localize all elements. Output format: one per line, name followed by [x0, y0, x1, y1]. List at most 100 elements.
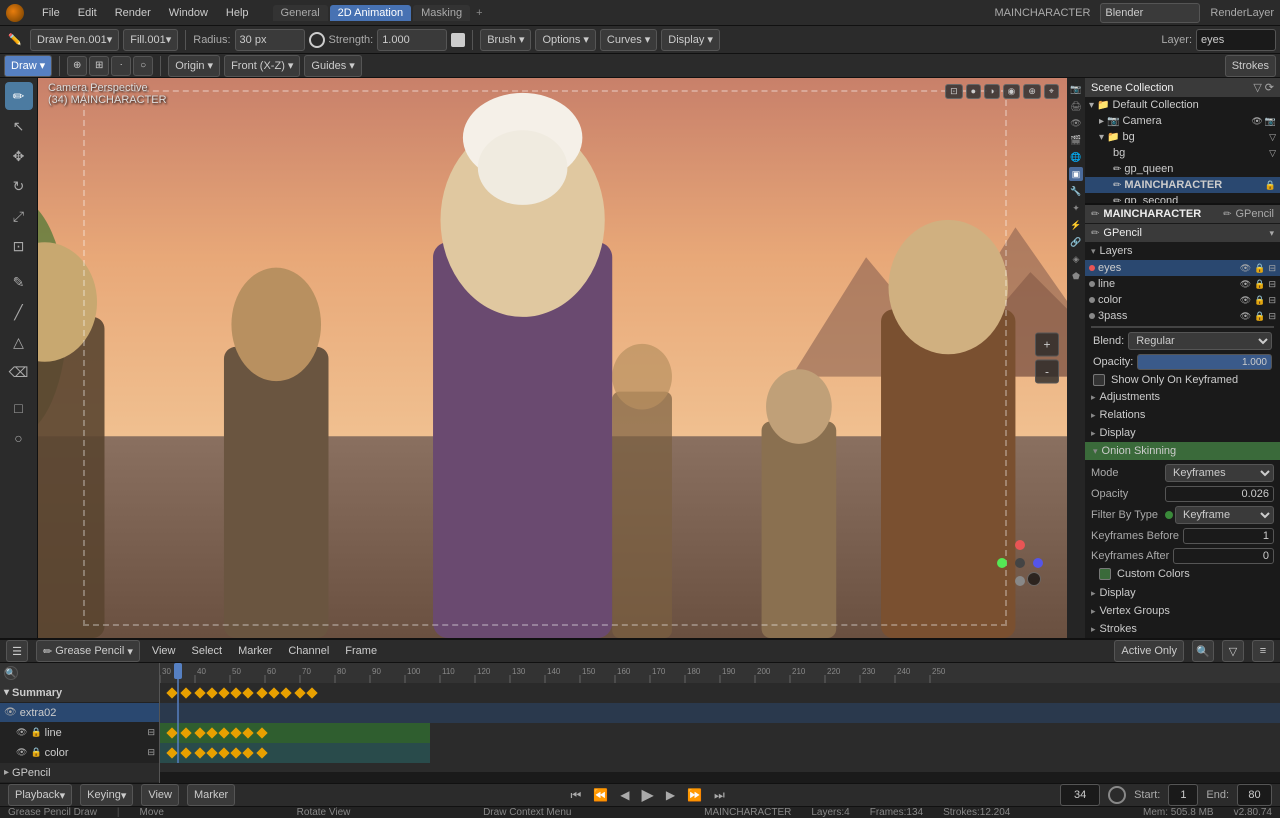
transport-view-btn[interactable]: View	[141, 784, 179, 806]
tab-2d-animation[interactable]: 2D Animation	[330, 5, 411, 21]
gizmo-y[interactable]	[997, 558, 1007, 568]
scene-filter-btn[interactable]: ▽	[1253, 81, 1261, 94]
layer-line-blend-btn[interactable]: ⊟	[1268, 279, 1276, 290]
onion-before-value[interactable]: 1	[1183, 528, 1274, 544]
track-summary[interactable]: ▾ Summary	[0, 683, 159, 703]
layer-3pass-lock-btn[interactable]: 🔒	[1254, 311, 1265, 322]
prop-icon-world[interactable]: 🌐	[1069, 150, 1083, 164]
options-btn[interactable]: Options ▾	[535, 29, 595, 51]
scene-item-maincharacter[interactable]: ✏ MAINCHARACTER 🔒	[1085, 177, 1280, 193]
prop-icon-data[interactable]: ◈	[1069, 252, 1083, 266]
step-fwd-btn[interactable]: ▶	[664, 788, 677, 802]
timeline-tool-select[interactable]: ✏ Grease Pencil ▾	[36, 640, 140, 662]
viewport-gizmo[interactable]	[995, 538, 1055, 598]
vertex-groups-section[interactable]: ▸ Vertex Groups	[1085, 602, 1280, 620]
view-type-btn[interactable]: Front (X-Z) ▾	[224, 55, 300, 77]
strength-input[interactable]: 1.000	[377, 29, 447, 51]
tool-draw[interactable]: ✏	[5, 82, 33, 110]
tool-annotate[interactable]: ✎	[5, 268, 33, 296]
menu-file[interactable]: File	[38, 5, 64, 21]
track-color[interactable]: 👁 🔒 color ⊟	[0, 743, 159, 763]
prop-icon-modifier[interactable]: 🔧	[1069, 184, 1083, 198]
line-extra-btn[interactable]: ⊟	[147, 727, 155, 738]
snap-btn[interactable]: ⋅	[111, 56, 131, 76]
layer-eye-btn[interactable]: 👁	[1240, 263, 1251, 274]
tracks-search-icon[interactable]: 🔍	[4, 666, 18, 680]
obj-name[interactable]: MAINCHARACTER	[1103, 208, 1201, 220]
timeline-frame-menu[interactable]: Frame	[341, 643, 381, 659]
layer-eyes[interactable]: eyes 👁 🔒 ⊟	[1085, 260, 1280, 276]
layer-color-eye-btn[interactable]: 👁	[1240, 295, 1251, 306]
menu-help[interactable]: Help	[222, 5, 253, 21]
transform-pivot-btn[interactable]: ⊕	[67, 56, 87, 76]
layer-line-eye-btn[interactable]: 👁	[1240, 279, 1251, 290]
scene-item-camera[interactable]: ▸ 📷 Camera 👁 📷	[1085, 113, 1280, 129]
radius-input[interactable]: 30 px	[235, 29, 305, 51]
end-frame-input[interactable]: 80	[1237, 784, 1272, 806]
prop-icon-scene[interactable]: 🎬	[1069, 133, 1083, 147]
draw-pen-selector[interactable]: Draw Pen.001 ▾	[30, 29, 119, 51]
track-gpencil[interactable]: ▸ GPencil	[0, 763, 159, 783]
layer-3pass[interactable]: 3pass 👁 🔒 ⊟	[1085, 308, 1280, 324]
prop-icon-output[interactable]: 🖨	[1069, 99, 1083, 113]
color-extra-btn[interactable]: ⊟	[147, 747, 155, 758]
layer-line-lock-btn[interactable]: 🔒	[1254, 279, 1265, 290]
zoom-out-btn[interactable]: -	[1035, 360, 1059, 384]
layer-blend-btn[interactable]: ⊟	[1268, 263, 1276, 274]
strokes-btn[interactable]: Strokes	[1225, 55, 1276, 77]
layer-lock-btn[interactable]: 🔒	[1254, 263, 1265, 274]
timeline-marker-menu[interactable]: Marker	[234, 643, 276, 659]
display-btn[interactable]: Display ▾	[661, 29, 720, 51]
zoom-in-btn[interactable]: +	[1035, 333, 1059, 357]
scene-sync-btn[interactable]: ⟳	[1265, 81, 1274, 94]
add-workspace-btn[interactable]: +	[472, 7, 486, 19]
onion-after-value[interactable]: 0	[1173, 548, 1274, 564]
onion-skinning-header[interactable]: ▾ Onion Skinning	[1085, 442, 1280, 460]
playback-btn[interactable]: Playback ▾	[8, 784, 72, 806]
gizmo-z-neg[interactable]	[1015, 576, 1025, 586]
relations-section[interactable]: ▸ Relations	[1085, 406, 1280, 424]
prop-icon-object[interactable]: ▣	[1069, 167, 1083, 181]
viewport-shading-wireframe[interactable]: ⊡	[945, 84, 963, 99]
timeline-sort-btn[interactable]: ≡	[1252, 640, 1274, 662]
jump-end-btn[interactable]: ⏭	[712, 788, 727, 803]
tool-annotate-polygon[interactable]: △	[5, 328, 33, 356]
draw-mode-btn[interactable]: Draw ▾	[4, 55, 52, 77]
strokes-section[interactable]: ▸ Strokes	[1085, 620, 1280, 638]
jump-start-btn[interactable]: ⏮	[569, 788, 584, 803]
gpencil-expand-btn[interactable]: ▸	[4, 767, 9, 778]
timeline-ruler[interactable]: 30 40 50 60 70 80 90 100	[160, 663, 1280, 683]
tool-cursor[interactable]: ↖	[5, 112, 33, 140]
layers-section-header[interactable]: ▾ Layers	[1085, 242, 1280, 260]
data-name-label[interactable]: GPencil	[1103, 227, 1142, 239]
prop-icon-physics[interactable]: ⚡	[1069, 218, 1083, 232]
camera-render-btn[interactable]: 📷	[1265, 116, 1276, 127]
onion-mode-select[interactable]: Keyframes	[1165, 464, 1274, 482]
line-eye-btn[interactable]: 👁	[16, 727, 27, 738]
tab-masking[interactable]: Masking	[413, 5, 470, 21]
prop-icon-material[interactable]: ⬟	[1069, 269, 1083, 283]
display-section[interactable]: ▸ Display	[1085, 424, 1280, 442]
viewport-shading-render[interactable]: ◉	[1003, 84, 1021, 99]
extra02-vis-btn[interactable]: 👁	[4, 707, 17, 718]
onion-filter-select[interactable]: Keyframe	[1175, 506, 1274, 524]
scene-item-bg[interactable]: bg ▽	[1085, 145, 1280, 161]
viewport-gizmo-btn[interactable]: ⌖	[1044, 84, 1059, 99]
scene-item-gp-queen[interactable]: ✏ gp_queen	[1085, 161, 1280, 177]
gizmo-z[interactable]	[1015, 540, 1025, 550]
layer-add-btn[interactable]	[1091, 326, 1274, 328]
menu-render[interactable]: Render	[111, 5, 155, 21]
tool-erase[interactable]: ⌫	[5, 358, 33, 386]
viewport-shading-solid[interactable]: ●	[966, 84, 981, 99]
timeline-channel-menu[interactable]: Channel	[284, 643, 333, 659]
layer-line[interactable]: line 👁 🔒 ⊟	[1085, 276, 1280, 292]
layer-3pass-blend-btn[interactable]: ⊟	[1268, 311, 1276, 322]
curves-btn[interactable]: Curves ▾	[600, 29, 657, 51]
data-expand-btn[interactable]: ▾	[1269, 228, 1274, 239]
track-extra02[interactable]: 👁 extra02	[0, 703, 159, 723]
opacity-track[interactable]: 1.000	[1137, 354, 1272, 370]
tool-transform[interactable]: ⊡	[5, 232, 33, 260]
tool-circle[interactable]: ○	[5, 424, 33, 452]
onion-opacity-value[interactable]: 0.026	[1165, 486, 1274, 502]
layer-color[interactable]: color 👁 🔒 ⊟	[1085, 292, 1280, 308]
